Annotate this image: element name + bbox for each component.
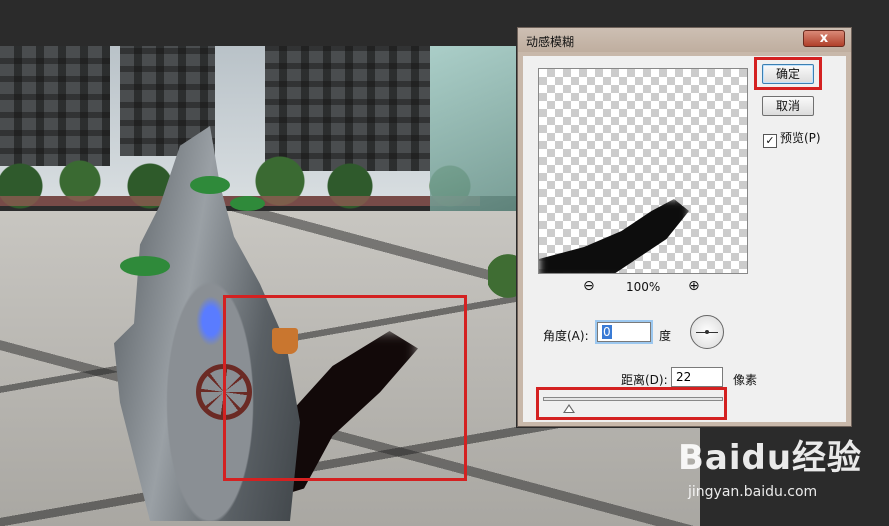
- baidu-watermark: Baidu经验 jingyan.baidu.com: [678, 430, 863, 500]
- distance-input[interactable]: 22: [671, 367, 723, 387]
- angle-unit: 度: [659, 329, 672, 343]
- preview-checkbox[interactable]: ✓ 预览(P): [763, 129, 821, 148]
- zoom-out-icon[interactable]: ⊖: [583, 278, 595, 294]
- cancel-button[interactable]: 取消: [762, 96, 814, 116]
- close-button[interactable]: x: [803, 30, 845, 47]
- zoom-controls: ⊖ 100% ⊕: [538, 278, 748, 298]
- dialog-titlebar[interactable]: 动感模糊 x: [518, 28, 851, 52]
- checkmark-icon[interactable]: ✓: [763, 134, 777, 148]
- angle-input[interactable]: 0: [595, 320, 653, 344]
- dialog-body: ⊖ 100% ⊕ 确定 取消 ✓ 预览(P) 角度(A): 0 度 距离(D): …: [523, 56, 846, 422]
- ok-highlight-box: [754, 57, 822, 90]
- bonsai-leaves: [190, 176, 230, 194]
- filter-preview[interactable]: [538, 68, 748, 274]
- angle-label: 角度(A):: [543, 329, 589, 343]
- blue-light: [196, 296, 226, 346]
- bonsai-leaves: [230, 196, 265, 211]
- dialog-title: 动感模糊: [526, 35, 575, 49]
- watermark-url: jingyan.baidu.com: [688, 484, 818, 500]
- slider-highlight-box: [536, 387, 727, 420]
- zoom-in-icon[interactable]: ⊕: [688, 278, 700, 294]
- building: [265, 46, 430, 171]
- zoom-level: 100%: [626, 280, 661, 294]
- preview-label: 预览(P): [780, 131, 821, 145]
- watermark-brand: Baidu经验: [678, 438, 863, 478]
- shadow-highlight-box: [223, 295, 467, 481]
- angle-dial-icon[interactable]: [690, 315, 724, 349]
- distance-label: 距离(D):: [621, 373, 668, 387]
- angle-value: 0: [602, 325, 612, 339]
- bonsai-leaves: [120, 256, 170, 276]
- preview-blur-shape: [539, 199, 689, 273]
- glass-canopy: [430, 46, 520, 236]
- building: [0, 46, 110, 166]
- motion-blur-dialog: 动感模糊 x ⊖ 100% ⊕ 确定 取消 ✓ 预览(P) 角度(A): 0 度 …: [517, 27, 852, 427]
- distance-unit: 像素: [733, 373, 758, 387]
